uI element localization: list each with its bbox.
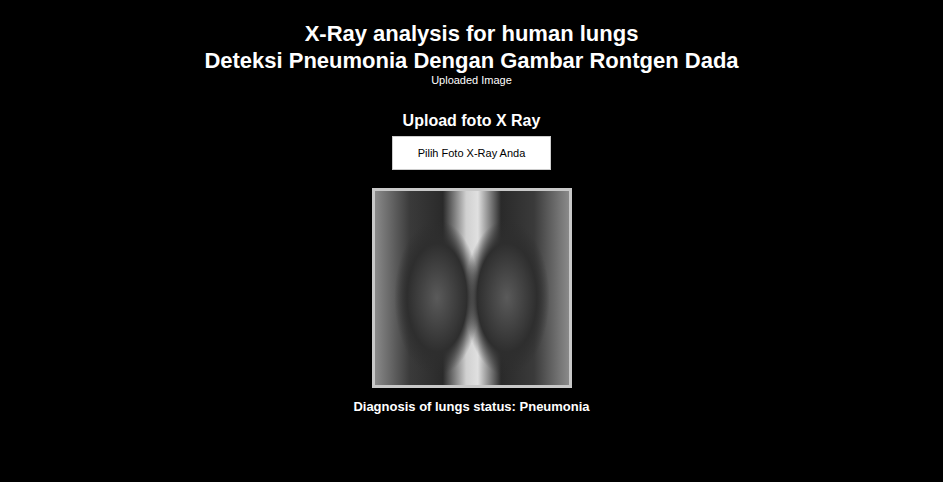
page-title: X-Ray analysis for human lungs	[305, 20, 639, 47]
choose-file-button[interactable]: Pilih Foto X-Ray Anda	[392, 136, 551, 170]
image-caption: Uploaded Image	[431, 74, 512, 87]
page-subtitle: Deteksi Pneumonia Dengan Gambar Rontgen …	[204, 47, 738, 74]
page: X-Ray analysis for human lungsDeteksi Pn…	[0, 0, 943, 415]
xray-image	[372, 188, 572, 388]
upload-heading: Upload foto X Ray	[403, 111, 541, 131]
diagnosis-result: Diagnosis of lungs status: Pneumonia	[353, 399, 589, 415]
